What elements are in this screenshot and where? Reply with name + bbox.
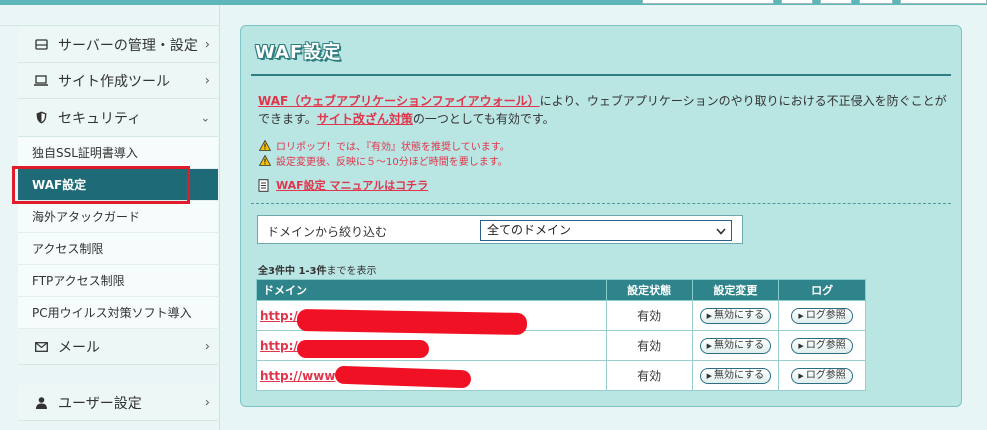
description: WAF（ウェブアプリケーションファイアウォール）により、ウェブアプリケーションの…	[258, 92, 948, 128]
change-cell: ▶ 無効にする	[691, 300, 780, 331]
view-log-button-label: ログ参照	[805, 340, 846, 351]
table-header-row: ドメイン 設定状態 設定変更 ログ	[256, 279, 866, 301]
result-count-suffix: までを表示	[326, 266, 377, 277]
waf-panel: WAF設定 WAF（ウェブアプリケーションファイアウォール）により、ウェブアプリ…	[240, 25, 962, 407]
laptop-icon	[34, 74, 48, 88]
document-icon	[258, 178, 269, 192]
view-log-button[interactable]: ▶ ログ参照	[791, 308, 853, 324]
arrow-right-icon: ▶	[706, 312, 713, 320]
result-count-range: 全3件中 1-3件	[258, 266, 327, 277]
top-menu-button[interactable]	[820, 0, 852, 4]
sidebar-item-label: サイト作成ツール	[58, 73, 170, 90]
domain-filter: ドメインから絞り込む 全てのドメイン	[257, 215, 743, 244]
log-cell: ▶ ログ参照	[778, 360, 866, 391]
status-cell: 有効	[605, 300, 693, 331]
log-cell: ▶ ログ参照	[778, 300, 866, 331]
chevron-right-icon: ›	[204, 37, 210, 52]
status-cell: 有効	[605, 360, 693, 391]
column-header-log: ログ	[778, 279, 866, 301]
column-header-change: 設定変更	[691, 279, 780, 301]
column-header-domain: ドメイン	[256, 279, 607, 301]
sidebar-subitem-ftp-access[interactable]: FTPアクセス制限	[18, 265, 218, 297]
domain-link[interactable]: http://www	[260, 369, 335, 383]
domain-select[interactable]: 全てのドメイン	[480, 220, 732, 241]
change-cell: ▶ 無効にする	[691, 360, 780, 391]
view-log-button[interactable]: ▶ ログ参照	[791, 368, 853, 384]
sidebar-item-site-tools[interactable]: サイト作成ツール ›	[18, 63, 218, 99]
sidebar: サーバーの管理・設定 › サイト作成ツール › セキュリティ ⌄ 独自SSL証明…	[0, 5, 220, 430]
filter-label: ドメインから絞り込む	[267, 225, 388, 239]
arrow-right-icon: ▶	[706, 342, 713, 350]
disable-button[interactable]: ▶ 無効にする	[699, 308, 772, 324]
arrow-right-icon: ▶	[706, 372, 713, 380]
view-log-button-label: ログ参照	[805, 310, 846, 321]
log-cell: ▶ ログ参照	[778, 330, 866, 361]
title-divider	[251, 74, 951, 76]
tamper-protection-link[interactable]: サイト改ざん対策	[317, 112, 413, 126]
sidebar-item-mail[interactable]: メール ›	[18, 329, 218, 365]
sidebar-subitem-attack-guard[interactable]: 海外アタックガード	[18, 201, 218, 233]
arrow-right-icon: ▶	[798, 312, 804, 320]
user-icon	[34, 396, 48, 410]
domain-link[interactable]: http://	[260, 339, 302, 353]
server-icon	[34, 38, 48, 52]
chevron-down-icon	[716, 222, 726, 241]
redaction-mark	[296, 308, 528, 336]
domain-select-value: 全てのドメイン	[487, 223, 572, 237]
warning-text: ロリポップ！では、『有効』状態を推奨しています。	[276, 142, 510, 153]
arrow-right-icon: ▶	[798, 372, 804, 380]
top-menu-button[interactable]	[859, 0, 893, 4]
manual-link[interactable]: WAF設定 マニュアルはコチラ	[276, 177, 428, 193]
disable-button[interactable]: ▶ 無効にする	[699, 338, 772, 354]
result-count: 全3件中 1-3件までを表示	[258, 262, 377, 277]
sidebar-subitem-antivirus[interactable]: PC用ウイルス対策ソフト導入	[18, 297, 218, 329]
disable-button[interactable]: ▶ 無効にする	[699, 368, 772, 384]
top-menu-button[interactable]	[900, 0, 987, 4]
column-header-status: 設定状態	[605, 279, 693, 301]
disable-button-label: 無効にする	[714, 340, 765, 351]
domain-link[interactable]: http://	[260, 309, 302, 323]
sidebar-item-server[interactable]: サーバーの管理・設定 ›	[18, 27, 218, 63]
sidebar-item-security[interactable]: セキュリティ ⌄	[18, 99, 218, 137]
change-cell: ▶ 無効にする	[691, 330, 780, 361]
sidebar-item-user[interactable]: ユーザー設定 ›	[18, 385, 218, 421]
mail-icon	[34, 340, 48, 354]
page-title: WAF設定	[255, 42, 342, 63]
description-text-2: の一つとしても有効です。	[412, 112, 555, 126]
sidebar-subitem-ssl[interactable]: 独自SSL証明書導入	[18, 137, 218, 169]
manual-link-row[interactable]: WAF設定 マニュアルはコチラ	[258, 177, 428, 193]
warning-line: 設定変更後、反映に５〜10分ほど時間を要します。	[258, 153, 508, 168]
waf-link[interactable]: WAF（ウェブアプリケーションファイアウォール）	[258, 94, 540, 108]
chevron-right-icon: ›	[204, 395, 210, 410]
warning-text: 設定変更後、反映に５〜10分ほど時間を要します。	[276, 157, 508, 168]
highlight-annotation	[12, 166, 190, 204]
top-menu-button[interactable]	[642, 0, 774, 4]
sidebar-item-label: メール	[58, 339, 100, 356]
sidebar-header	[0, 5, 219, 26]
sidebar-item-label: サーバーの管理・設定	[58, 37, 198, 54]
view-log-button[interactable]: ▶ ログ参照	[791, 338, 853, 354]
chevron-right-icon: ›	[204, 73, 210, 88]
arrow-right-icon: ▶	[798, 342, 804, 350]
status-cell: 有効	[605, 330, 693, 361]
dotted-divider	[251, 203, 951, 204]
shield-icon	[34, 111, 48, 125]
sidebar-spacer	[18, 365, 218, 384]
sidebar-item-label: セキュリティ	[58, 110, 142, 127]
redaction-mark	[297, 340, 429, 358]
top-menu-button[interactable]	[781, 0, 813, 4]
warning-icon	[258, 155, 271, 166]
warning-line: ロリポップ！では、『有効』状態を推奨しています。	[258, 138, 510, 153]
view-log-button-label: ログ参照	[805, 370, 846, 381]
chevron-down-icon: ⌄	[200, 111, 210, 124]
chevron-right-icon: ›	[204, 339, 210, 354]
sidebar-item-label: ユーザー設定	[58, 395, 142, 412]
sidebar-subitem-access-limit[interactable]: アクセス制限	[18, 233, 218, 265]
disable-button-label: 無効にする	[714, 310, 765, 321]
warning-icon	[258, 140, 271, 151]
disable-button-label: 無効にする	[714, 370, 765, 381]
